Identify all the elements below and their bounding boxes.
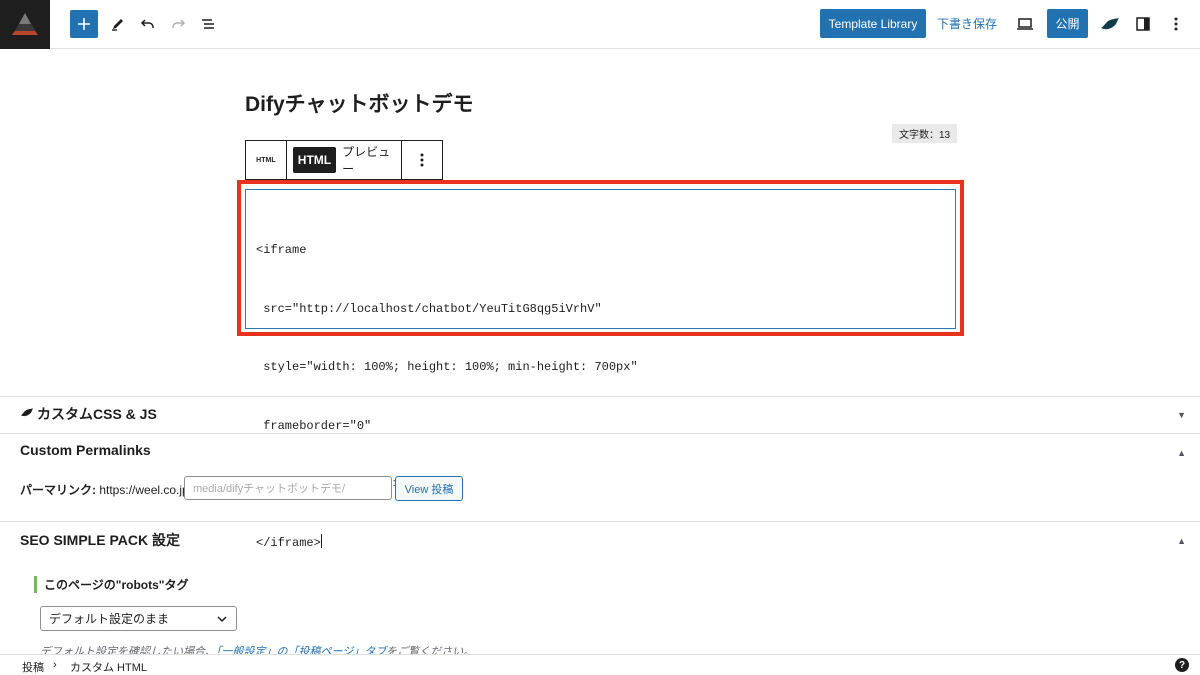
undo-button[interactable] — [134, 10, 162, 38]
block-breadcrumb-bar: 投稿 › カスタム HTML ? — [0, 654, 1200, 675]
code-line: <iframe — [256, 243, 307, 257]
custom-permalinks-title: Custom Permalinks — [20, 442, 151, 458]
code-line: style="width: 100%; height: 100%; min-he… — [256, 360, 638, 374]
help-icon[interactable]: ? — [1175, 658, 1189, 672]
template-library-button[interactable]: Template Library — [820, 9, 926, 38]
block-options-button[interactable] — [402, 141, 442, 179]
custom-css-js-plugin-button[interactable] — [1096, 10, 1124, 38]
vertical-ellipsis-icon — [420, 153, 424, 167]
save-draft-button[interactable]: 下書き保存 — [937, 9, 997, 38]
laptop-icon — [1017, 18, 1033, 30]
block-type-switcher[interactable]: HTML — [246, 141, 287, 179]
panel-toggle-up-icon[interactable]: ▲ — [1177, 536, 1186, 546]
settings-sidebar-button[interactable] — [1129, 10, 1157, 38]
document-overview-button[interactable] — [194, 10, 222, 38]
site-logo-icon — [12, 13, 38, 35]
block-toolbar: HTML HTML プレビュー — [245, 140, 443, 180]
publish-button[interactable]: 公開 — [1047, 9, 1088, 38]
character-count-badge: 文字数：13 — [892, 124, 958, 143]
list-view-icon — [202, 19, 214, 29]
plus-icon — [78, 18, 90, 30]
breadcrumb-custom-html[interactable]: カスタム HTML — [70, 659, 147, 675]
code-line: src="http://localhost/chatbot/YeuTitG8qg… — [256, 301, 602, 316]
preview-tab[interactable]: プレビュー — [342, 143, 401, 177]
html-tab[interactable]: HTML — [292, 147, 337, 173]
permalink-label-row: パーマリンク: https://weel.co.jp/ — [20, 481, 192, 498]
panel-toggle-down-icon[interactable]: ▼ — [1177, 410, 1186, 420]
plugin-leaf-icon — [20, 408, 34, 417]
plugin-leaf-icon — [1101, 18, 1119, 30]
custom-css-js-panel[interactable]: カスタムCSS & JS ▼ — [0, 396, 1200, 433]
chevron-down-icon — [217, 616, 227, 623]
add-block-button[interactable] — [70, 10, 98, 38]
redo-icon — [172, 19, 186, 28]
permalink-slug-input[interactable]: media/difyチャットボットデモ/ — [184, 476, 392, 500]
pencil-icon — [112, 19, 123, 31]
custom-permalinks-panel: Custom Permalinks ▲ — [0, 433, 1200, 521]
html-code-editor[interactable]: <iframe src="http://localhost/chatbot/Ye… — [245, 189, 956, 550]
view-post-button[interactable]: View 投稿 — [395, 476, 463, 501]
html-preview-toggle-group: HTML プレビュー — [287, 141, 403, 179]
permalink-label: パーマリンク: — [20, 483, 96, 497]
redo-button[interactable] — [164, 10, 192, 38]
preview-button[interactable] — [1011, 10, 1039, 38]
breadcrumb-post[interactable]: 投稿 — [22, 659, 44, 675]
options-button[interactable] — [1162, 10, 1190, 38]
undo-icon — [140, 19, 154, 28]
editor-top-toolbar: Template Library 下書き保存 公開 — [0, 0, 1200, 49]
site-logo[interactable] — [0, 0, 50, 49]
permalink-base-url: https://weel.co.jp/ — [99, 483, 193, 497]
tools-button[interactable] — [104, 10, 132, 38]
post-title[interactable]: Difyチャットボットデモ — [245, 88, 473, 118]
seo-panel-title: SEO SIMPLE PACK 設定 — [20, 532, 180, 548]
panel-toggle-up-icon[interactable]: ▲ — [1177, 448, 1186, 458]
robots-tag-select[interactable]: デフォルト設定のまま — [40, 606, 237, 631]
breadcrumb-separator: › — [53, 659, 57, 671]
sidebar-icon — [1136, 17, 1150, 31]
robots-selected-value: デフォルト設定のまま — [49, 612, 170, 626]
html-block-icon: HTML — [256, 156, 276, 164]
custom-css-js-title: カスタムCSS & JS — [37, 406, 157, 422]
vertical-ellipsis-icon — [1174, 17, 1178, 31]
robots-tag-label: このページの"robots"タグ — [34, 576, 188, 593]
